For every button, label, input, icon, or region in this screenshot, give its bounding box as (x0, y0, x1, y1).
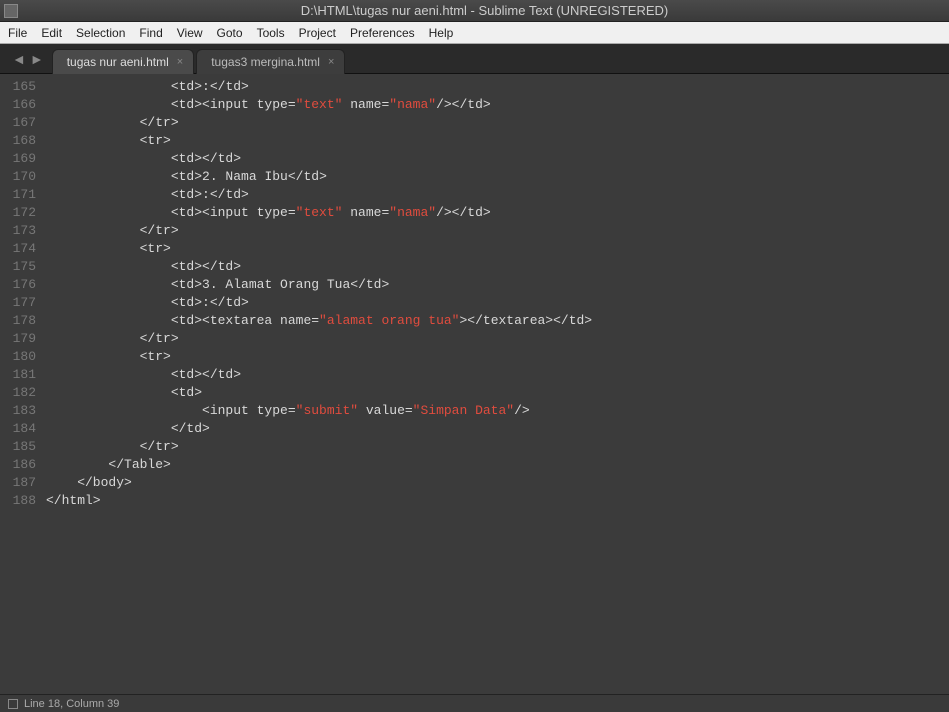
line-number: 177 (0, 294, 36, 312)
close-icon[interactable]: × (328, 56, 334, 68)
tab-label: tugas nur aeni.html (67, 55, 169, 69)
close-icon[interactable]: × (177, 56, 183, 68)
code-content[interactable]: <td>:</td> <td><input type="text" name="… (46, 74, 949, 694)
line-number: 181 (0, 366, 36, 384)
code-line[interactable]: <input type="submit" value="Simpan Data"… (46, 402, 949, 420)
menu-help[interactable]: Help (429, 26, 454, 40)
code-line[interactable]: </tr> (46, 222, 949, 240)
menu-project[interactable]: Project (299, 26, 336, 40)
code-line[interactable]: <td><input type="text" name="nama"/></td… (46, 204, 949, 222)
app-icon (4, 4, 18, 18)
code-line[interactable]: </tr> (46, 330, 949, 348)
line-number: 165 (0, 78, 36, 96)
code-line[interactable]: </html> (46, 492, 949, 510)
tab-nav-arrows: ◄ ► (4, 44, 52, 73)
line-number: 176 (0, 276, 36, 294)
code-line[interactable]: <td></td> (46, 150, 949, 168)
code-line[interactable]: <tr> (46, 132, 949, 150)
code-line[interactable]: <td>2. Nama Ibu</td> (46, 168, 949, 186)
code-line[interactable]: <td>:</td> (46, 78, 949, 96)
code-line[interactable]: </tr> (46, 438, 949, 456)
code-line[interactable]: <td><input type="text" name="nama"/></td… (46, 96, 949, 114)
code-line[interactable]: </Table> (46, 456, 949, 474)
code-line[interactable]: <td>:</td> (46, 186, 949, 204)
editor-area[interactable]: 1651661671681691701711721731741751761771… (0, 74, 949, 694)
line-number: 182 (0, 384, 36, 402)
line-number: 187 (0, 474, 36, 492)
line-number: 174 (0, 240, 36, 258)
line-number: 183 (0, 402, 36, 420)
line-number-gutter: 1651661671681691701711721731741751761771… (0, 74, 46, 694)
line-number: 175 (0, 258, 36, 276)
code-line[interactable]: <td></td> (46, 258, 949, 276)
line-number: 169 (0, 150, 36, 168)
menu-tools[interactable]: Tools (257, 26, 285, 40)
tab-file-2[interactable]: tugas3 mergina.html × (196, 49, 345, 74)
code-line[interactable]: </body> (46, 474, 949, 492)
line-number: 180 (0, 348, 36, 366)
menu-goto[interactable]: Goto (217, 26, 243, 40)
code-line[interactable]: <tr> (46, 240, 949, 258)
code-line[interactable]: </td> (46, 420, 949, 438)
menu-preferences[interactable]: Preferences (350, 26, 415, 40)
status-checkbox-icon[interactable] (8, 699, 18, 709)
statusbar: Line 18, Column 39 (0, 694, 949, 712)
menu-file[interactable]: File (8, 26, 27, 40)
line-number: 167 (0, 114, 36, 132)
titlebar: D:\HTML\tugas nur aeni.html - Sublime Te… (0, 0, 949, 22)
line-number: 179 (0, 330, 36, 348)
tab-label: tugas3 mergina.html (211, 55, 320, 69)
menu-view[interactable]: View (177, 26, 203, 40)
window-title: D:\HTML\tugas nur aeni.html - Sublime Te… (24, 3, 945, 18)
line-number: 172 (0, 204, 36, 222)
menu-selection[interactable]: Selection (76, 26, 125, 40)
menu-find[interactable]: Find (139, 26, 162, 40)
line-number: 170 (0, 168, 36, 186)
line-number: 178 (0, 312, 36, 330)
code-line[interactable]: <td> (46, 384, 949, 402)
menu-edit[interactable]: Edit (41, 26, 62, 40)
code-line[interactable]: <td></td> (46, 366, 949, 384)
code-line[interactable]: <td>3. Alamat Orang Tua</td> (46, 276, 949, 294)
tab-next-icon[interactable]: ► (30, 51, 44, 67)
code-line[interactable]: <tr> (46, 348, 949, 366)
line-number: 166 (0, 96, 36, 114)
tabstrip: ◄ ► tugas nur aeni.html × tugas3 mergina… (0, 44, 949, 74)
line-number: 184 (0, 420, 36, 438)
line-number: 186 (0, 456, 36, 474)
code-line[interactable]: </tr> (46, 114, 949, 132)
tab-prev-icon[interactable]: ◄ (12, 51, 26, 67)
code-line[interactable]: <td><textarea name="alamat orang tua"></… (46, 312, 949, 330)
menubar: File Edit Selection Find View Goto Tools… (0, 22, 949, 44)
line-number: 188 (0, 492, 36, 510)
line-number: 171 (0, 186, 36, 204)
line-number: 173 (0, 222, 36, 240)
tab-file-1[interactable]: tugas nur aeni.html × (52, 49, 195, 74)
line-number: 168 (0, 132, 36, 150)
code-line[interactable]: <td>:</td> (46, 294, 949, 312)
line-number: 185 (0, 438, 36, 456)
status-text: Line 18, Column 39 (24, 698, 119, 710)
